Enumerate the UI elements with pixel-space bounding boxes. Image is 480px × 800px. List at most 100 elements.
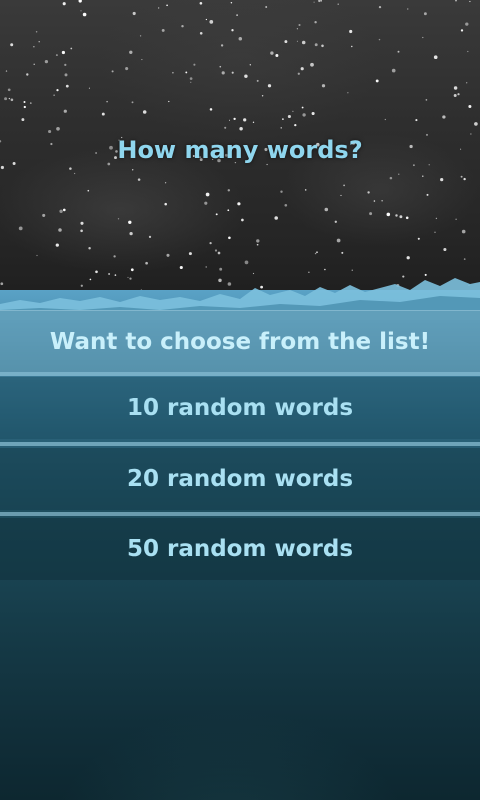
random-50-words-button[interactable]: 50 random words — [0, 518, 480, 580]
star — [36, 254, 38, 257]
star — [166, 4, 168, 7]
star — [443, 247, 447, 252]
star — [10, 98, 14, 102]
star — [381, 200, 383, 202]
star — [337, 3, 339, 5]
star — [455, 218, 457, 220]
star — [284, 203, 288, 207]
star — [209, 241, 212, 245]
star — [412, 164, 415, 167]
star — [428, 164, 430, 166]
star — [314, 43, 318, 47]
divider — [0, 442, 480, 446]
star — [80, 229, 83, 233]
star — [296, 40, 298, 42]
star — [470, 133, 472, 135]
star — [113, 255, 116, 258]
star — [168, 100, 170, 103]
star — [301, 40, 306, 45]
star — [106, 100, 108, 103]
star — [266, 163, 268, 166]
star — [321, 44, 324, 48]
star — [0, 165, 4, 170]
star — [296, 28, 299, 30]
star — [407, 8, 409, 10]
star — [33, 63, 35, 66]
star — [324, 207, 329, 212]
star — [70, 47, 73, 50]
star — [453, 94, 457, 97]
star — [231, 71, 234, 74]
star — [256, 239, 260, 243]
star — [82, 12, 87, 17]
star — [244, 260, 249, 265]
star — [227, 209, 230, 212]
star — [435, 217, 438, 220]
star — [55, 243, 59, 247]
star — [217, 251, 221, 255]
star — [131, 101, 134, 104]
star — [137, 178, 141, 181]
star — [280, 127, 282, 129]
star — [62, 208, 66, 212]
star — [261, 95, 264, 97]
star — [188, 252, 192, 256]
star — [457, 93, 460, 96]
star — [29, 102, 32, 104]
star — [282, 118, 284, 120]
star — [142, 110, 147, 114]
star — [209, 108, 213, 111]
star — [58, 228, 62, 232]
star — [230, 1, 233, 4]
star — [397, 50, 400, 53]
star — [166, 253, 170, 257]
star — [224, 126, 227, 129]
star — [145, 261, 148, 265]
star — [48, 129, 52, 134]
star — [7, 88, 11, 92]
star — [164, 202, 167, 206]
star — [185, 71, 188, 74]
star — [63, 109, 67, 113]
star — [467, 50, 469, 53]
star — [125, 67, 129, 71]
star — [59, 209, 63, 213]
random-20-words-button[interactable]: 20 random words — [0, 448, 480, 510]
star — [80, 10, 82, 12]
star — [267, 84, 272, 88]
star — [367, 191, 370, 194]
star — [321, 84, 326, 88]
star — [423, 12, 427, 16]
star — [42, 213, 46, 217]
star — [238, 37, 243, 41]
star — [26, 73, 29, 76]
star — [164, 182, 167, 184]
star — [417, 237, 420, 240]
star — [474, 122, 478, 126]
star — [433, 55, 438, 60]
star — [236, 14, 238, 16]
star — [316, 251, 318, 254]
star — [422, 36, 424, 39]
star — [205, 18, 208, 21]
star — [347, 92, 349, 94]
star — [204, 201, 208, 205]
star — [442, 115, 446, 119]
star — [65, 84, 69, 88]
star — [181, 24, 184, 28]
star — [132, 169, 134, 171]
random-10-words-button[interactable]: 10 random words — [0, 377, 480, 439]
star — [193, 63, 196, 66]
star — [301, 106, 304, 109]
choose-from-list-button[interactable]: Want to choose from the list! — [0, 310, 480, 372]
star — [351, 45, 353, 48]
star — [199, 1, 203, 5]
star — [5, 70, 8, 72]
star — [148, 235, 152, 239]
star — [55, 54, 58, 57]
star — [349, 29, 353, 34]
app-screen: How many words? Want to choose from the … — [0, 0, 480, 800]
star — [415, 119, 418, 122]
star — [302, 113, 306, 117]
star — [463, 258, 466, 260]
